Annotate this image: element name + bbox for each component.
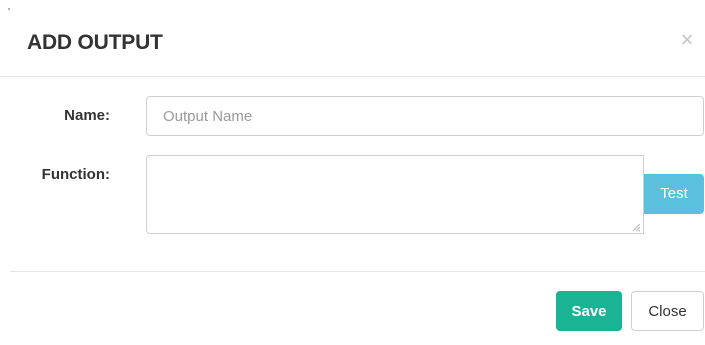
close-button[interactable]: Close xyxy=(631,291,704,331)
function-textarea[interactable] xyxy=(146,155,644,234)
resize-grip-icon[interactable] xyxy=(631,222,641,232)
save-button[interactable]: Save xyxy=(556,291,622,331)
modal-title: ADD OUTPUT xyxy=(27,31,163,54)
function-label: Function: xyxy=(41,166,110,183)
footer-divider xyxy=(10,271,705,272)
close-icon[interactable]: × xyxy=(679,28,695,52)
test-button[interactable]: Test xyxy=(644,174,704,214)
modal-header: ADD OUTPUT × xyxy=(0,0,705,77)
name-label: Name: xyxy=(64,107,110,124)
output-name-input[interactable] xyxy=(146,96,704,136)
add-output-dialog: ADD OUTPUT × Name: Function: Test Save C… xyxy=(0,0,705,345)
